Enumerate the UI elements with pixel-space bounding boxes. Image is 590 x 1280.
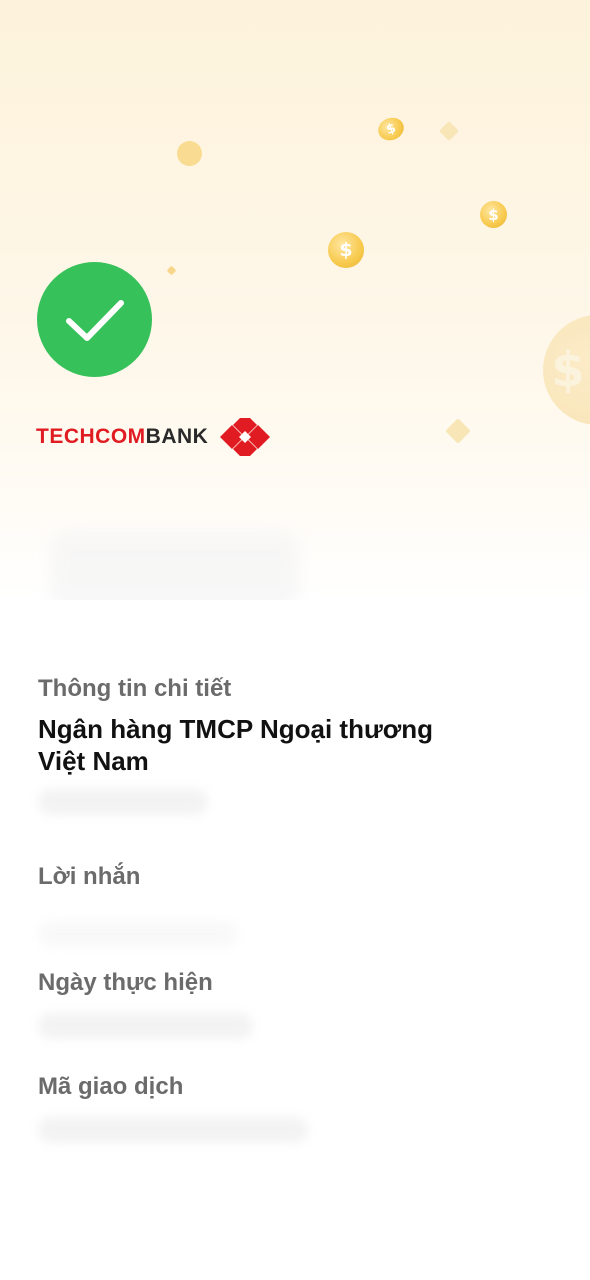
success-check-icon: [37, 262, 152, 377]
coin-decoration: [177, 141, 202, 166]
message-label: Lời nhắn: [38, 863, 141, 890]
redacted-message: [38, 921, 238, 947]
date-label: Ngày thực hiện: [38, 969, 213, 996]
coin-symbol: $: [551, 342, 585, 398]
status-bar: [0, 0, 590, 40]
bank-name-line1: Ngân hàng TMCP Ngoại thương: [38, 714, 434, 744]
redacted-date: [38, 1013, 253, 1039]
bank-name-line2: Việt Nam: [38, 746, 149, 776]
bank-name-part1: TECHCOM: [36, 425, 146, 448]
transaction-id-label: Mã giao dịch: [38, 1073, 184, 1100]
redacted-transaction-id: [38, 1117, 308, 1143]
bank-name: Ngân hàng TMCP Ngoại thương Việt Nam: [38, 713, 558, 777]
coin-decoration: $: [375, 114, 407, 144]
coin-symbol: $: [384, 120, 398, 138]
coin-symbol: $: [339, 239, 353, 261]
bank-brand: TECHCOMBANK: [36, 418, 271, 456]
bank-name-part2: BANK: [145, 425, 209, 448]
redacted-account-number: [38, 789, 208, 815]
checkmark-icon: [65, 299, 124, 341]
bank-logo-text: TECHCOMBANK: [36, 425, 208, 449]
bank-logo-icon: [220, 418, 271, 456]
sparkle-decoration: [166, 265, 177, 276]
details-section-title: Thông tin chi tiết: [38, 675, 232, 702]
sparkle-decoration: [439, 121, 459, 141]
coin-symbol: $: [488, 205, 499, 224]
coin-decoration: $: [328, 232, 364, 268]
sparkle-decoration: [445, 418, 471, 444]
transaction-details: Thông tin chi tiết Ngân hàng TMCP Ngoại …: [38, 675, 558, 1143]
coin-decoration: $: [543, 315, 590, 425]
coin-decoration: $: [480, 201, 507, 228]
success-hero: $ $ $ $ TECHCOMBANK: [0, 0, 590, 600]
redacted-amount: [50, 530, 300, 600]
